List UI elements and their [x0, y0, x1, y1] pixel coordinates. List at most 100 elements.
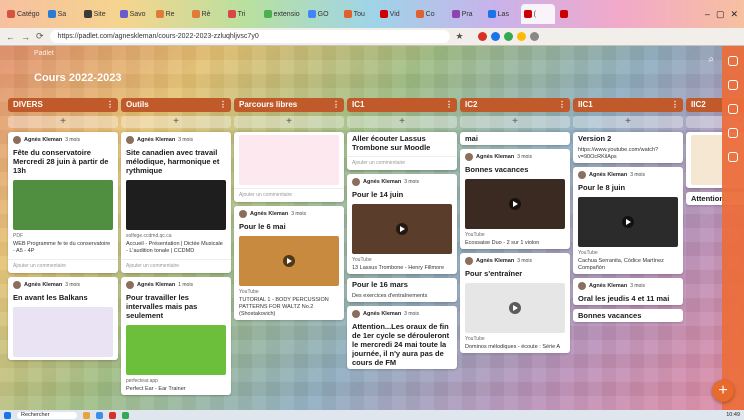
browser-tab[interactable] [557, 4, 591, 24]
extension-icon[interactable] [529, 32, 539, 41]
post-attachment-preview[interactable] [465, 179, 565, 229]
browser-tab[interactable]: Vid [377, 4, 411, 24]
add-to-column-button[interactable]: + [573, 116, 683, 128]
add-post-button[interactable]: + [712, 380, 734, 402]
column-header[interactable]: Parcours libres ⋮ [234, 98, 344, 112]
settings-icon[interactable] [728, 128, 738, 138]
remake-icon[interactable] [728, 80, 738, 90]
post-attachment-preview[interactable] [578, 197, 678, 247]
start-icon[interactable] [4, 411, 11, 419]
close-icon[interactable]: ✕ [730, 9, 738, 20]
extension-icon[interactable] [516, 32, 526, 41]
browser-tab[interactable]: GO [305, 4, 339, 24]
post-attachment-preview[interactable] [13, 307, 113, 357]
browser-tab[interactable]: Pra [449, 4, 483, 24]
search-icon[interactable]: ⌕ [708, 54, 714, 65]
column-menu-icon[interactable]: ⋮ [219, 98, 227, 112]
post-title: Pour s'entraîner [465, 269, 523, 278]
tab-label: Rè [201, 10, 211, 18]
browser-tab[interactable]: Co [413, 4, 447, 24]
browser-tab[interactable]: Site [81, 4, 115, 24]
add-to-column-button[interactable]: + [347, 116, 457, 128]
column-header[interactable]: Outils ⋮ [121, 98, 231, 112]
browser-tab[interactable]: Savo [117, 4, 151, 24]
column-menu-icon[interactable]: ⋮ [445, 98, 453, 112]
browser-tab[interactable]: extensio [261, 4, 303, 24]
add-to-column-button[interactable]: + [121, 116, 231, 128]
column-header[interactable]: DIVERS ⋮ [8, 98, 118, 112]
avatar [239, 210, 247, 218]
post-card[interactable]: Agnès Kleman 3 mois Fête du conservatoire … [8, 132, 118, 273]
minimize-icon[interactable]: – [705, 9, 710, 20]
post-attachment-preview[interactable] [352, 204, 452, 254]
add-comment-field[interactable]: Ajouter un commentaire [347, 156, 457, 170]
reload-icon[interactable]: ⟳ [36, 31, 44, 42]
post-attachment-preview[interactable] [13, 180, 113, 230]
post-card[interactable]: Ajouter un commentaire [234, 132, 344, 202]
extension-icon[interactable] [503, 32, 513, 41]
app-icon[interactable] [109, 411, 116, 419]
add-to-column-button[interactable]: + [234, 116, 344, 128]
post-card[interactable]: Bonnes vacances [573, 309, 683, 322]
post-card[interactable]: mai [460, 132, 570, 145]
post-attachment-preview[interactable] [126, 325, 226, 375]
post-attachment-preview[interactable] [239, 135, 339, 185]
post-card[interactable]: Agnès Kleman 3 mois Pour le 8 juin YouTube C… [573, 167, 683, 274]
app-icon[interactable] [122, 411, 129, 419]
slideshow-icon[interactable] [728, 104, 738, 114]
column-menu-icon[interactable]: ⋮ [332, 98, 340, 112]
browser-tab[interactable]: ( [520, 4, 555, 24]
column-menu-icon[interactable]: ⋮ [106, 98, 114, 112]
post-body-link[interactable]: https://www.youtube.com/watch?v=90OcRKil… [573, 145, 683, 163]
column-header[interactable]: IIC1 ⋮ [573, 98, 683, 112]
back-icon[interactable]: ← [6, 32, 15, 42]
column-header[interactable]: IC1 ⋮ [347, 98, 457, 112]
more-icon[interactable] [728, 152, 738, 162]
post-card[interactable]: Agnès Kleman 3 mois Pour s'entraîner YouTub… [460, 253, 570, 353]
add-to-column-button[interactable]: + [460, 116, 570, 128]
bookmark-star-icon[interactable]: ★ [456, 31, 464, 42]
add-comment-field[interactable]: Ajouter un commentaire [234, 188, 344, 202]
post-attachment-preview[interactable] [126, 180, 226, 230]
app-icon[interactable] [83, 411, 90, 419]
browser-tab[interactable]: Tri [225, 4, 259, 24]
post-card[interactable]: Agnès Kleman 3 mois Attention...Les oraux … [347, 306, 457, 369]
post-card[interactable]: Version 2 https://www.youtube.com/watch?v… [573, 132, 683, 163]
column-menu-icon[interactable]: ⋮ [558, 98, 566, 112]
browser-tab[interactable]: Las [485, 4, 519, 24]
forward-icon[interactable]: → [21, 32, 30, 42]
play-icon[interactable] [283, 255, 295, 267]
post-card[interactable]: Agnès Kleman 3 mois En avant les Balkans [8, 277, 118, 360]
browser-tab[interactable]: Catégo [4, 4, 43, 24]
add-comment-field[interactable]: Ajouter un commentaire [8, 259, 118, 273]
add-to-column-button[interactable]: + [8, 116, 118, 128]
post-card[interactable]: Pour le 16 mars Des exercices d'entraînem… [347, 278, 457, 302]
post-card[interactable]: Agnès Kleman 3 mois Pour le 6 mai YouTube TU… [234, 206, 344, 320]
browser-tab[interactable]: Rè [189, 4, 223, 24]
app-icon[interactable] [96, 411, 103, 419]
post-card[interactable]: Agnès Kleman 3 mois Oral les jeudis 4 et 1… [573, 278, 683, 305]
taskbar-search[interactable]: Rechercher [17, 411, 77, 419]
post-card[interactable]: Agnès Kleman 3 mois Bonnes vacances YouTube… [460, 149, 570, 249]
column-header[interactable]: IC2 ⋮ [460, 98, 570, 112]
play-icon[interactable] [622, 216, 634, 228]
play-icon[interactable] [509, 302, 521, 314]
maximize-icon[interactable]: ▢ [716, 9, 725, 20]
post-attachment-preview[interactable] [465, 283, 565, 333]
play-icon[interactable] [509, 198, 521, 210]
post-card[interactable]: Agnès Kleman 3 mois Pour le 14 juin YouTube… [347, 174, 457, 274]
extension-icon[interactable] [490, 32, 500, 41]
play-icon[interactable] [396, 223, 408, 235]
column-menu-icon[interactable]: ⋮ [671, 98, 679, 112]
browser-tab[interactable]: Sa [45, 4, 79, 24]
post-attachment-preview[interactable] [239, 236, 339, 286]
browser-tab[interactable]: Tou [341, 4, 375, 24]
share-icon[interactable] [728, 56, 738, 66]
post-card[interactable]: Agnès Kleman 3 mois Site canadien avec tra… [121, 132, 231, 273]
url-field[interactable]: https://padlet.com/agneskleman/cours-202… [49, 30, 450, 43]
add-comment-field[interactable]: Ajouter un commentaire [121, 259, 231, 273]
post-card[interactable]: Agnès Kleman 1 mois Pour travailler les in… [121, 277, 231, 395]
extension-icon[interactable] [477, 32, 487, 41]
browser-tab[interactable]: Re [153, 4, 187, 24]
post-card[interactable]: Aller écouter Lassus Trombone sur Moodle… [347, 132, 457, 170]
